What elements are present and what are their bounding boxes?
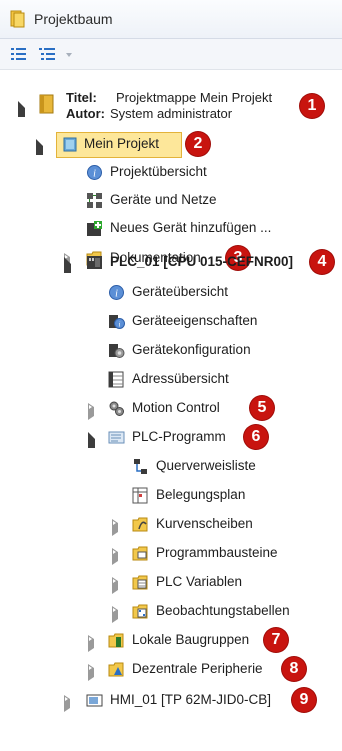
tree-item-adressuebersicht[interactable]: Adressübersicht — [0, 365, 342, 393]
expand-arrow-icon[interactable] — [36, 139, 51, 155]
callout-badge-6: 6 — [244, 425, 268, 449]
tree-item-plc-variablen[interactable]: PLC Variablen — [0, 568, 342, 596]
expand-arrow-icon[interactable] — [18, 101, 33, 117]
tree-item-beobachtungstabellen[interactable]: Beobachtungstabellen — [0, 597, 342, 625]
tree-item-label: Geräte und Netze — [110, 192, 217, 207]
tree-item-plc-programm[interactable]: PLC-Programm 6 — [0, 423, 342, 451]
info-icon: i — [87, 165, 102, 180]
tree-item-label: PLC_01 [CPU 015-CEFNR00] — [110, 254, 294, 269]
plc-device-icon — [87, 256, 102, 269]
tree-item-label: Geräteübersicht — [132, 284, 229, 299]
binder-icon — [39, 94, 54, 114]
tree-item-belegungsplan[interactable]: Belegungsplan — [0, 481, 342, 509]
callout-badge-4: 4 — [310, 250, 334, 274]
info-icon: i — [109, 285, 124, 300]
callout-badge-8: 8 — [282, 657, 306, 681]
cross-reference-icon — [134, 459, 147, 474]
tree-item-dezentrale-peripherie[interactable]: Dezentrale Peripherie 8 — [0, 655, 342, 683]
tree-item-label: Geräteeigenschaften — [132, 313, 258, 328]
tree-item-label: Motion Control — [132, 400, 220, 415]
tree-item-label: HMI_01 [TP 62M-JID0-CB] — [110, 692, 272, 707]
collapse-arrow-icon[interactable] — [112, 548, 126, 565]
tree-item-label: Beobachtungstabellen — [156, 603, 290, 618]
distributed-io-icon — [108, 662, 124, 677]
tree-item-geraete-netze[interactable]: Geräte und Netze — [0, 186, 342, 214]
svg-text:i: i — [93, 169, 96, 180]
tree-item-programmbausteine[interactable]: Programmbausteine — [0, 539, 342, 567]
panel-title: Projektbaum — [34, 11, 113, 27]
hmi-panel-icon — [86, 694, 103, 707]
plc-tags-folder-icon — [132, 575, 148, 590]
tree-item-label: Programmbausteine — [156, 545, 278, 560]
device-config-icon — [109, 344, 125, 358]
network-icon — [87, 193, 102, 208]
root-title-value: Projektmappe Mein Projekt — [116, 90, 273, 105]
collapse-arrow-icon[interactable] — [112, 606, 126, 623]
callout-badge-1: 1 — [300, 94, 324, 118]
callout-badge-7: 7 — [264, 628, 288, 652]
collapse-arrow-icon[interactable] — [88, 635, 102, 652]
motion-gear-icon — [109, 401, 124, 416]
svg-text:i: i — [115, 289, 118, 300]
tree-item-label: Querverweisliste — [156, 458, 256, 473]
watch-tables-folder-icon — [132, 604, 148, 619]
project-tree-icon — [10, 10, 25, 28]
callout-badge-9: 9 — [292, 688, 316, 712]
collapse-arrow-icon[interactable] — [88, 664, 102, 681]
tree-item-geraeteuebersicht[interactable]: i Geräteübersicht — [0, 278, 342, 306]
tree-item-projektuebersicht[interactable]: i Projektübersicht — [0, 158, 342, 186]
tree-item-label: PLC-Programm — [132, 429, 226, 444]
tree-item-geraeteeigenschaften[interactable]: i Geräteeigenschaften — [0, 307, 342, 335]
tree-item-label: Projektübersicht — [110, 164, 207, 179]
tree-item-label: Lokale Baugruppen — [132, 632, 250, 647]
callout-badge-2: 2 — [186, 132, 210, 156]
tree-item-plc01[interactable]: PLC_01 [CPU 015-CEFNR00] 4 — [0, 248, 342, 276]
tree-item-mein-projekt[interactable]: Mein Projekt 2 — [0, 130, 342, 158]
collapse-arrow-icon[interactable] — [88, 403, 102, 420]
plc-program-icon — [108, 431, 125, 444]
toolbar-dropdown-icon[interactable] — [66, 53, 72, 57]
tree-item-lokale-baugruppen[interactable]: Lokale Baugruppen 7 — [0, 626, 342, 654]
root-author-value: System administrator — [110, 106, 233, 121]
tree-item-label: PLC Variablen — [156, 574, 243, 589]
list-view-icon[interactable] — [10, 46, 28, 62]
collapse-arrow-icon[interactable] — [112, 577, 126, 594]
tree-item-label: Adressübersicht — [132, 371, 229, 386]
expand-arrow-icon[interactable] — [64, 257, 79, 273]
assignment-table-icon — [132, 487, 148, 504]
tree-item-hmi01[interactable]: HMI_01 [TP 62M-JID0-CB] 9 — [0, 686, 342, 714]
root-title-label: Titel: — [66, 90, 97, 105]
collapse-arrow-icon[interactable] — [64, 695, 78, 712]
tree-root[interactable]: Titel: Projektmappe Mein Projekt Autor: … — [0, 84, 342, 126]
program-blocks-folder-icon — [132, 546, 148, 561]
tree-item-kurvenscheiben[interactable]: Kurvenscheiben — [0, 510, 342, 538]
detail-view-icon[interactable] — [38, 46, 56, 62]
tree-item-label: Belegungsplan — [156, 487, 246, 502]
callout-badge-5: 5 — [250, 396, 274, 420]
tree-item-label: Mein Projekt — [84, 136, 160, 151]
tree-item-querverweisliste[interactable]: Querverweisliste — [0, 452, 342, 480]
add-device-icon — [87, 221, 102, 236]
tree-item-motion-control[interactable]: Motion Control 5 — [0, 394, 342, 422]
project-icon — [63, 137, 77, 152]
tree-toolbar — [0, 39, 342, 70]
local-modules-icon — [108, 633, 124, 648]
tree-item-label: Gerätekonfiguration — [132, 342, 251, 357]
tree-item-label: Dezentrale Peripherie — [132, 661, 263, 676]
tree-item-label: Kurvenscheiben — [156, 516, 253, 531]
panel-titlebar: Projektbaum — [0, 0, 342, 39]
expand-arrow-icon[interactable] — [88, 432, 103, 448]
device-properties-icon: i — [109, 315, 125, 329]
collapse-arrow-icon[interactable] — [112, 519, 126, 536]
svg-text:i: i — [119, 321, 121, 329]
tree-item-add-device[interactable]: Neues Gerät hinzufügen ... — [0, 214, 342, 242]
tree-item-geraetekonfiguration[interactable]: Gerätekonfiguration — [0, 336, 342, 364]
address-table-icon — [108, 371, 124, 388]
cam-folder-icon — [132, 517, 148, 532]
root-author-label: Autor: — [66, 106, 105, 121]
tree-item-label: Neues Gerät hinzufügen ... — [110, 220, 272, 235]
